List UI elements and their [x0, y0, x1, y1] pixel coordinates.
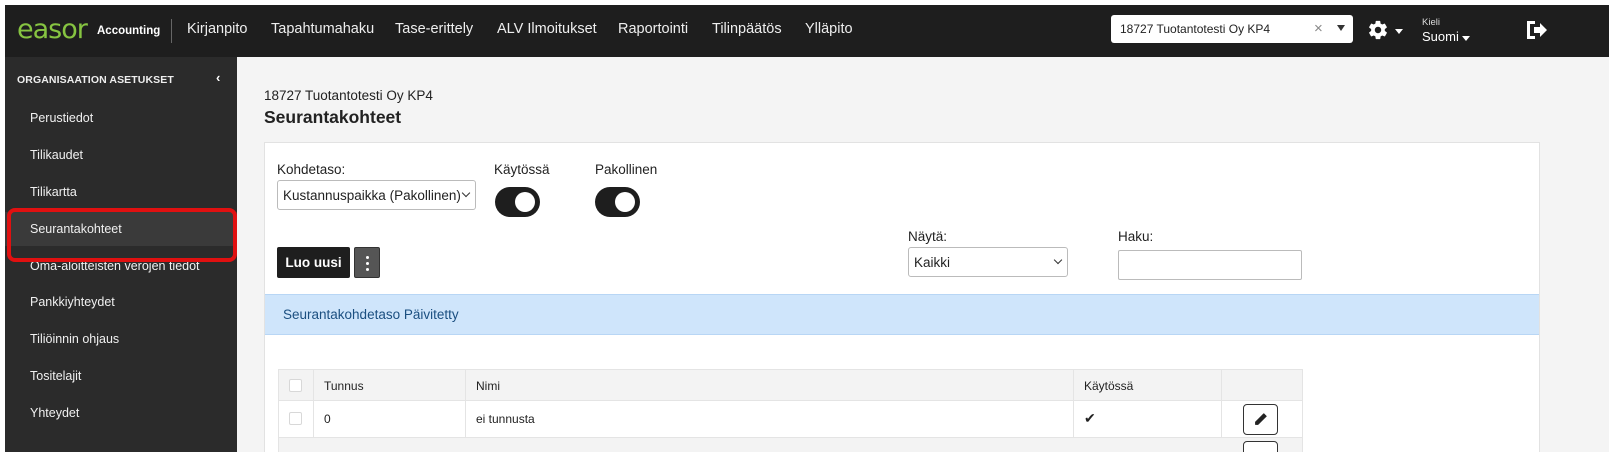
enabled-label: Käytössä	[494, 162, 550, 177]
breadcrumb: 18727 Tuotantotesti Oy KP4	[264, 88, 433, 103]
product-name: Accounting	[97, 25, 161, 37]
toggle-knob	[615, 192, 635, 212]
show-label: Näytä:	[908, 229, 948, 244]
column-label: Käytössä	[1084, 379, 1134, 393]
nav-divider	[171, 19, 172, 43]
nav-alv-ilmoitukset[interactable]: ALV Ilmoitukset	[497, 21, 597, 37]
edit-button[interactable]	[1243, 404, 1278, 435]
main-content: 18727 Tuotantotesti Oy KP4 Seurantakohte…	[237, 57, 1609, 452]
select-all-checkbox[interactable]	[289, 379, 302, 392]
gear-icon[interactable]	[1367, 19, 1389, 41]
cell-kaytossa: ✔	[1074, 401, 1222, 437]
sidebar-item-pankkiyhteydet[interactable]: Pankkiyhteydet	[5, 285, 237, 319]
header-kaytossa[interactable]: Käytössä	[1074, 370, 1222, 400]
kebab-dot	[366, 256, 369, 259]
app-window: easor Accounting Kirjanpito Tapahtumahak…	[5, 5, 1609, 452]
settings-caret-icon[interactable]	[1395, 29, 1403, 34]
table-header: Tunnus Nimi Käytössä	[278, 369, 1303, 401]
search-label: Haku:	[1118, 229, 1154, 244]
table-row	[278, 438, 1303, 452]
chevron-down-icon	[1053, 255, 1063, 265]
kebab-dot	[366, 268, 369, 271]
header-actions	[1222, 370, 1304, 400]
cell-text: ei tunnusta	[476, 412, 535, 426]
clear-icon[interactable]: ×	[1314, 20, 1323, 37]
cell-tunnus: 0	[314, 401, 466, 437]
nav-tapahtumahaku[interactable]: Tapahtumahaku	[271, 21, 374, 37]
header-select-cell	[279, 370, 314, 400]
header-nimi[interactable]: Nimi	[466, 370, 1074, 400]
language-caret-icon[interactable]	[1462, 36, 1470, 41]
sidebar-item-tositelajit[interactable]: Tositelajit	[5, 359, 237, 393]
toggle-knob	[515, 192, 535, 212]
company-select-value: 18727 Tuotantotesti Oy KP4	[1120, 22, 1271, 36]
logout-icon[interactable]	[1525, 19, 1549, 41]
cell-nimi: ei tunnusta	[466, 401, 1074, 437]
pencil-icon	[1255, 413, 1267, 425]
check-icon: ✔	[1084, 410, 1096, 426]
page-title: Seurantakohteet	[264, 107, 402, 127]
nav-raportointi[interactable]: Raportointi	[618, 21, 688, 37]
table-row: 0 ei tunnusta ✔	[278, 401, 1303, 438]
chevron-down-icon	[461, 188, 471, 198]
easor-logo[interactable]: easor	[17, 16, 88, 43]
alert-text: Seurantakohdetaso Päivitetty	[283, 307, 459, 322]
level-select-value: Kustannuspaikka (Pakollinen)	[283, 188, 461, 203]
create-new-button[interactable]: Luo uusi	[277, 247, 350, 278]
sidebar-item-yhteydet[interactable]: Yhteydet	[5, 396, 237, 430]
mandatory-label: Pakollinen	[595, 162, 658, 177]
search-input[interactable]	[1118, 250, 1302, 280]
dropdown-arrow-icon[interactable]	[1337, 25, 1345, 31]
sidebar-item-tilioinnin-ohjaus[interactable]: Tiliöinnin ohjaus	[5, 322, 237, 356]
language-label: Kieli	[1422, 17, 1440, 28]
tracking-objects-card: Kohdetaso: Kustannuspaikka (Pakollinen) …	[264, 142, 1540, 452]
sidebar-item-tilikartta[interactable]: Tilikartta	[5, 175, 237, 209]
collapse-sidebar-icon[interactable]: ‹	[216, 70, 220, 85]
mandatory-toggle[interactable]	[595, 187, 640, 217]
level-label: Kohdetaso:	[277, 162, 346, 177]
nav-kirjanpito[interactable]: Kirjanpito	[187, 21, 247, 37]
language-selector[interactable]: Suomi	[1422, 29, 1459, 44]
cell-text: 0	[324, 412, 331, 426]
sidebar-item-perustiedot[interactable]: Perustiedot	[5, 101, 237, 135]
enabled-toggle[interactable]	[495, 187, 540, 217]
edit-button[interactable]	[1243, 441, 1278, 452]
row-checkbox[interactable]	[289, 412, 302, 425]
row-select-cell	[279, 401, 314, 437]
nav-tase-erittely[interactable]: Tase-erittely	[395, 21, 473, 37]
level-select[interactable]: Kustannuspaikka (Pakollinen)	[277, 180, 476, 210]
header-tunnus[interactable]: Tunnus	[314, 370, 466, 400]
sidebar-heading: ORGANISAATION ASETUKSET	[17, 74, 174, 86]
nav-yllapito[interactable]: Ylläpito	[805, 21, 853, 37]
kebab-dot	[366, 262, 369, 265]
top-navigation-bar: easor Accounting Kirjanpito Tapahtumahak…	[5, 5, 1609, 57]
nav-tilinpaatos[interactable]: Tilinpäätös	[712, 21, 782, 37]
status-alert: Seurantakohdetaso Päivitetty	[265, 294, 1539, 335]
highlight-annotation	[7, 208, 237, 262]
sidebar-item-tilikaudet[interactable]: Tilikaudet	[5, 138, 237, 172]
company-select[interactable]: 18727 Tuotantotesti Oy KP4 ×	[1111, 15, 1353, 43]
show-filter-value: Kaikki	[914, 255, 951, 270]
column-label: Nimi	[476, 379, 500, 393]
column-label: Tunnus	[324, 379, 364, 393]
show-filter-select[interactable]: Kaikki	[908, 247, 1068, 277]
more-actions-button[interactable]	[354, 247, 380, 278]
